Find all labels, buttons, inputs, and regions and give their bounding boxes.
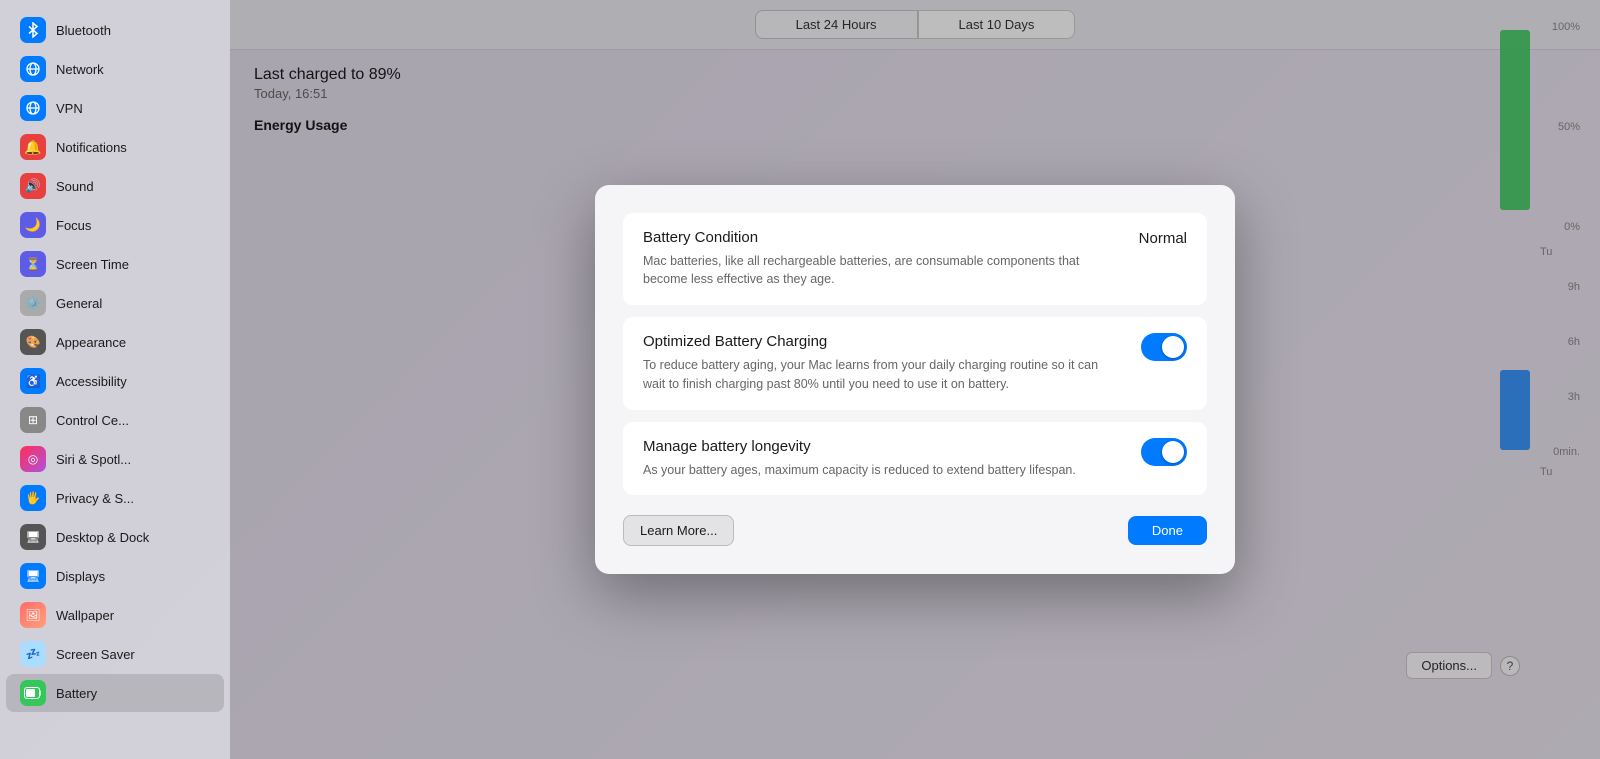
optimized-charging-content: Optimized Battery Charging To reduce bat… (643, 333, 1121, 394)
sidebar-item-siri-label: Siri & Spotl... (56, 452, 131, 467)
sidebar-item-bluetooth[interactable]: Bluetooth (6, 11, 224, 49)
sidebar-item-vpn-label: VPN (56, 101, 83, 116)
sidebar-item-general[interactable]: ⚙️ General (6, 284, 224, 322)
sound-icon: 🔊 (20, 173, 46, 199)
sidebar-item-appearance-label: Appearance (56, 335, 126, 350)
sidebar-item-wallpaper[interactable]: 🖼 Wallpaper (6, 596, 224, 634)
sidebar-item-general-label: General (56, 296, 102, 311)
desktop-dock-icon: 🖥 (20, 524, 46, 550)
sidebar-item-privacy-label: Privacy & S... (56, 491, 134, 506)
control-center-icon: ⊞ (20, 407, 46, 433)
battery-longevity-title: Manage battery longevity (643, 438, 1121, 455)
toggle-track-2 (1141, 438, 1187, 466)
sidebar-item-control-center[interactable]: ⊞ Control Ce... (6, 401, 224, 439)
sidebar-item-sound[interactable]: 🔊 Sound (6, 167, 224, 205)
sidebar-item-screen-time[interactable]: ⏳ Screen Time (6, 245, 224, 283)
main-content: Last 24 Hours Last 10 Days Last charged … (230, 0, 1600, 759)
battery-condition-row: Battery Condition Mac batteries, like al… (643, 229, 1187, 290)
sidebar-item-focus[interactable]: 🌙 Focus (6, 206, 224, 244)
sidebar: Bluetooth Network VPN (0, 0, 230, 759)
sidebar-item-screen-time-label: Screen Time (56, 257, 129, 272)
sidebar-item-displays[interactable]: 🖥 Displays (6, 557, 224, 595)
sidebar-item-desktop-dock[interactable]: 🖥 Desktop & Dock (6, 518, 224, 556)
done-button[interactable]: Done (1128, 516, 1207, 545)
learn-more-button[interactable]: Learn More... (623, 515, 734, 546)
toggle-thumb (1162, 336, 1184, 358)
optimized-charging-desc: To reduce battery aging, your Mac learns… (643, 356, 1121, 394)
siri-icon: ◎ (20, 446, 46, 472)
screen-saver-icon: 💤 (20, 641, 46, 667)
sidebar-item-siri[interactable]: ◎ Siri & Spotl... (6, 440, 224, 478)
sidebar-item-vpn[interactable]: VPN (6, 89, 224, 127)
accessibility-icon: ♿ (20, 368, 46, 394)
settings-window: Bluetooth Network VPN (0, 0, 1600, 759)
battery-condition-title: Battery Condition (643, 229, 1119, 246)
sidebar-item-desktop-dock-label: Desktop & Dock (56, 530, 149, 545)
toggle-thumb-2 (1162, 441, 1184, 463)
sidebar-item-accessibility-label: Accessibility (56, 374, 127, 389)
sidebar-item-screen-saver-label: Screen Saver (56, 647, 135, 662)
optimized-charging-row: Optimized Battery Charging To reduce bat… (643, 333, 1187, 394)
battery-icon (20, 680, 46, 706)
focus-icon: 🌙 (20, 212, 46, 238)
screen-time-icon: ⏳ (20, 251, 46, 277)
battery-longevity-row: Manage battery longevity As your battery… (643, 438, 1187, 480)
optimized-charging-section: Optimized Battery Charging To reduce bat… (623, 317, 1207, 410)
notifications-icon: 🔔 (20, 134, 46, 160)
sidebar-item-appearance[interactable]: 🎨 Appearance (6, 323, 224, 361)
optimized-charging-toggle[interactable] (1141, 333, 1187, 361)
network-icon (20, 56, 46, 82)
displays-icon: 🖥 (20, 563, 46, 589)
sidebar-item-screen-saver[interactable]: 💤 Screen Saver (6, 635, 224, 673)
sidebar-item-focus-label: Focus (56, 218, 91, 233)
battery-longevity-content: Manage battery longevity As your battery… (643, 438, 1121, 480)
sidebar-item-displays-label: Displays (56, 569, 105, 584)
sidebar-item-notifications[interactable]: 🔔 Notifications (6, 128, 224, 166)
battery-condition-section: Battery Condition Mac batteries, like al… (623, 213, 1207, 306)
sidebar-item-notifications-label: Notifications (56, 140, 127, 155)
sidebar-item-bluetooth-label: Bluetooth (56, 23, 111, 38)
battery-longevity-section: Manage battery longevity As your battery… (623, 422, 1207, 496)
battery-modal: Battery Condition Mac batteries, like al… (595, 185, 1235, 575)
sidebar-item-accessibility[interactable]: ♿ Accessibility (6, 362, 224, 400)
sidebar-item-network-label: Network (56, 62, 104, 77)
sidebar-item-wallpaper-label: Wallpaper (56, 608, 114, 623)
general-icon: ⚙️ (20, 290, 46, 316)
modal-footer: Learn More... Done (623, 515, 1207, 546)
modal-overlay: Battery Condition Mac batteries, like al… (230, 0, 1600, 759)
sidebar-item-control-center-label: Control Ce... (56, 413, 129, 428)
bluetooth-icon (20, 17, 46, 43)
appearance-icon: 🎨 (20, 329, 46, 355)
sidebar-item-sound-label: Sound (56, 179, 94, 194)
sidebar-item-battery-label: Battery (56, 686, 97, 701)
battery-condition-value: Normal (1139, 230, 1187, 247)
battery-condition-desc: Mac batteries, like all rechargeable bat… (643, 252, 1119, 290)
wallpaper-icon: 🖼 (20, 602, 46, 628)
battery-longevity-desc: As your battery ages, maximum capacity i… (643, 461, 1121, 480)
sidebar-item-battery[interactable]: Battery (6, 674, 224, 712)
toggle-track (1141, 333, 1187, 361)
battery-condition-content: Battery Condition Mac batteries, like al… (643, 229, 1119, 290)
vpn-icon (20, 95, 46, 121)
optimized-charging-title: Optimized Battery Charging (643, 333, 1121, 350)
privacy-icon: 🖐 (20, 485, 46, 511)
sidebar-item-network[interactable]: Network (6, 50, 224, 88)
battery-longevity-toggle[interactable] (1141, 438, 1187, 466)
sidebar-item-privacy[interactable]: 🖐 Privacy & S... (6, 479, 224, 517)
